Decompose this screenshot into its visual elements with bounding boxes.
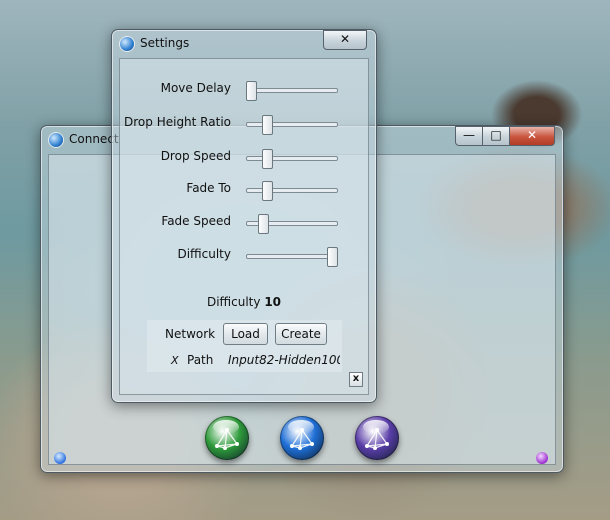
settings-window-title: Settings <box>140 36 190 50</box>
minimize-button[interactable]: — <box>455 126 483 146</box>
slider-label: Drop Height Ratio <box>124 115 231 129</box>
app-icon <box>120 37 134 51</box>
slider-thumb[interactable] <box>327 247 338 267</box>
slider-label: Fade Speed <box>161 214 231 228</box>
network-graph-icon <box>215 428 239 450</box>
settings-titlebar[interactable]: Settings ✕ <box>112 30 376 58</box>
slider-track[interactable] <box>246 149 338 169</box>
network-graph-icon <box>290 428 314 450</box>
load-button[interactable]: Load <box>223 323 268 345</box>
network-graph-icon <box>365 428 389 450</box>
close-button[interactable]: ✕ <box>509 126 555 146</box>
slider-thumb[interactable] <box>258 214 270 234</box>
slider-thumb[interactable] <box>262 149 274 169</box>
blue-corner-icon[interactable] <box>54 452 66 464</box>
difficulty-readout-value: 10 <box>264 295 282 309</box>
maximize-button[interactable]: □ <box>482 126 510 146</box>
settings-close-button[interactable]: ✕ <box>323 30 367 50</box>
slider-label: Fade To <box>186 181 231 195</box>
green-orb-button[interactable] <box>205 416 249 460</box>
settings-bottom-close-button[interactable]: x <box>349 372 363 387</box>
path-marker: X <box>171 354 179 367</box>
slider-track[interactable] <box>246 115 338 135</box>
blue-orb-button[interactable] <box>280 416 324 460</box>
slider-track[interactable] <box>246 247 338 267</box>
purple-corner-icon[interactable] <box>536 452 548 464</box>
slider-thumb[interactable] <box>262 115 274 135</box>
settings-window: Settings ✕ Move Delay Drop Height Ratio Dr… <box>111 29 377 403</box>
slider-label: Move Delay <box>160 81 231 95</box>
difficulty-readout-label: Difficulty <box>206 295 261 309</box>
slider-thumb[interactable] <box>262 181 274 201</box>
path-label: Path <box>187 353 214 367</box>
difficulty-readout: Difficulty 10 <box>112 295 376 309</box>
network-label: Network <box>165 327 216 341</box>
network-panel: Network Load Create X Path Input82-Hidde… <box>147 320 342 372</box>
slider-track[interactable] <box>246 214 338 234</box>
app-icon <box>49 133 63 147</box>
create-button[interactable]: Create <box>275 323 327 345</box>
path-value: Input82-Hidden100-c <box>228 353 340 367</box>
slider-track[interactable] <box>246 181 338 201</box>
slider-track[interactable] <box>246 81 338 101</box>
purple-orb-button[interactable] <box>355 416 399 460</box>
slider-label: Difficulty <box>177 247 231 261</box>
slider-thumb[interactable] <box>246 81 257 101</box>
slider-label: Drop Speed <box>160 149 231 163</box>
